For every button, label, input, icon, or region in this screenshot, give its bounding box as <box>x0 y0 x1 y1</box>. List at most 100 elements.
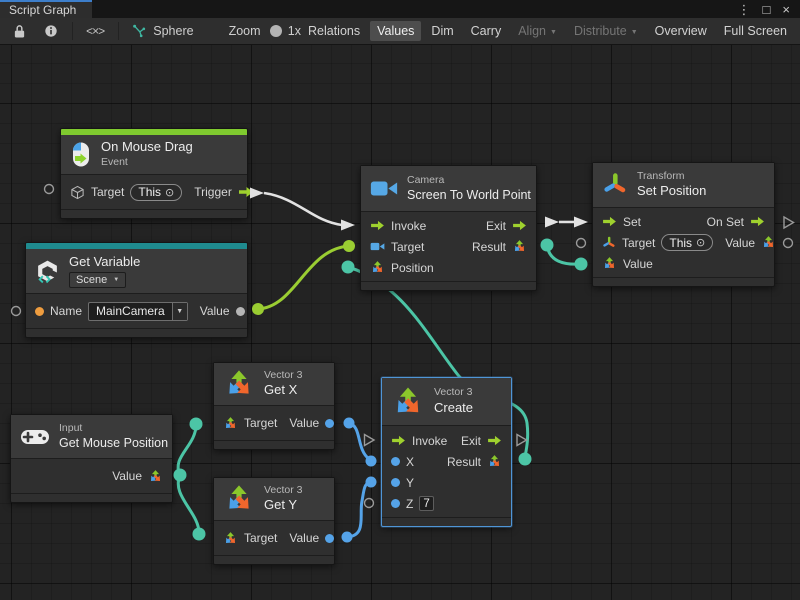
variable-scope-dropdown[interactable]: Scene ▼ <box>69 272 126 288</box>
node-footer <box>593 277 774 286</box>
titlebar: Script Graph ⋮ □ × <box>0 0 800 18</box>
target-self-pill[interactable]: This ⊙ <box>661 234 713 251</box>
node-set-position[interactable]: Transform Set Position Set On Set Target <box>592 162 775 287</box>
node-get-x[interactable]: Vector 3 Get X Target Value <box>213 362 335 450</box>
zoom-label: Zoom <box>229 24 261 38</box>
float-port[interactable] <box>391 457 400 466</box>
wire-endpoint <box>174 469 187 482</box>
fullscreen-button[interactable]: Full Screen <box>717 21 794 41</box>
variable-name-dropdown[interactable]: MainCamera ▼ <box>88 302 188 321</box>
node-category: Input <box>59 422 168 436</box>
kebab-menu-icon[interactable]: ⋮ <box>738 3 751 16</box>
graph-breadcrumb[interactable]: Sphere <box>123 21 202 41</box>
flow-arrow-icon[interactable] <box>391 435 406 446</box>
object-port[interactable] <box>236 307 245 316</box>
node-create-vector3[interactable]: Vector 3 Create Invoke Exit X Result <box>381 377 512 527</box>
port-label-value-out: Value <box>725 236 755 250</box>
vector3-icon[interactable] <box>512 239 527 254</box>
vector3-icon[interactable] <box>370 260 385 275</box>
chevron-down-icon: ▼ <box>113 277 119 283</box>
port-label-on-set: On Set <box>707 215 744 229</box>
chevron-down-icon: ▼ <box>550 29 557 36</box>
wire-result-to-value <box>547 245 579 264</box>
tab-script-graph[interactable]: Script Graph <box>0 0 92 18</box>
port-label-invoke: Invoke <box>391 219 426 233</box>
unconnected-port-circle <box>365 499 374 508</box>
node-footer <box>11 493 172 502</box>
z-value-field[interactable]: 7 <box>419 496 433 511</box>
wire-getx-to-x <box>349 423 369 459</box>
transform-icon[interactable] <box>602 236 616 250</box>
node-screen-to-world-point[interactable]: Camera Screen To World Point Invoke Exit… <box>360 165 537 291</box>
float-port[interactable] <box>391 478 400 487</box>
relations-button[interactable]: Relations <box>301 21 367 41</box>
node-title: Get Variable <box>69 254 140 271</box>
flow-arrow-icon[interactable] <box>512 220 527 231</box>
node-title: Screen To World Point <box>407 187 531 203</box>
flow-arrowhead <box>341 220 355 231</box>
align-button[interactable]: Align▼ <box>511 21 564 41</box>
wire-endpoint <box>575 258 588 271</box>
vector3-icon[interactable] <box>148 469 163 484</box>
code-view-button[interactable]: <×> <box>77 21 113 41</box>
maximize-icon[interactable]: □ <box>763 3 771 16</box>
wire-endpoint <box>366 456 377 467</box>
vector3-icon[interactable] <box>761 235 776 250</box>
port-label-invoke: Invoke <box>412 434 447 448</box>
target-self-pill[interactable]: This ⊙ <box>130 184 182 201</box>
zoom-slider[interactable] <box>271 30 280 32</box>
port-label-value: Value <box>289 531 319 545</box>
node-get-y[interactable]: Vector 3 Get Y Target Value <box>213 477 335 565</box>
port-label-target: Target <box>244 531 277 545</box>
carry-button[interactable]: Carry <box>464 21 509 41</box>
unconnected-port-triangle <box>784 217 794 228</box>
node-title: On Mouse Drag <box>101 139 193 156</box>
flow-arrow-icon[interactable] <box>602 216 617 227</box>
node-on-mouse-drag[interactable]: On Mouse Drag Event Target This ⊙ Trigge… <box>60 128 248 219</box>
mouse-icon <box>70 141 92 168</box>
code-view-icon: <×> <box>86 24 104 38</box>
node-title: Create <box>434 400 473 417</box>
flow-arrow-icon[interactable] <box>487 435 502 446</box>
node-get-mouse-position[interactable]: Input Get Mouse Position Value <box>10 414 173 503</box>
flow-arrow-icon[interactable] <box>370 220 385 231</box>
graph-name: Sphere <box>153 24 193 38</box>
dim-button[interactable]: Dim <box>424 21 460 41</box>
float-port[interactable] <box>325 534 334 543</box>
node-get-variable[interactable]: Get Variable Scene ▼ Name MainCamera ▼ <box>25 242 248 338</box>
string-port[interactable] <box>35 307 44 316</box>
graph-canvas[interactable]: On Mouse Drag Event Target This ⊙ Trigge… <box>0 45 800 600</box>
distribute-button[interactable]: Distribute▼ <box>567 21 645 41</box>
node-footer <box>26 328 247 337</box>
port-label-value: Value <box>200 304 230 318</box>
float-port[interactable] <box>391 499 400 508</box>
camera-icon[interactable] <box>370 241 385 252</box>
script-graph-window: Script Graph ⋮ □ × <×> <box>0 0 800 600</box>
flow-arrow-icon[interactable] <box>238 186 254 198</box>
port-label-set: Set <box>623 215 641 229</box>
lock-button[interactable] <box>4 21 35 42</box>
values-button[interactable]: Values <box>370 21 421 41</box>
port-label-x: X <box>406 455 414 469</box>
close-icon[interactable]: × <box>782 3 790 16</box>
node-footer <box>382 517 511 526</box>
float-port[interactable] <box>325 419 334 428</box>
wire-endpoint <box>343 240 355 252</box>
overview-button[interactable]: Overview <box>648 21 714 41</box>
flow-arrowhead <box>574 217 588 228</box>
unconnected-port-circle <box>784 239 793 248</box>
vector3-icon[interactable] <box>602 256 617 271</box>
node-category: Vector 3 <box>264 369 303 383</box>
flow-arrow-icon[interactable] <box>750 216 765 227</box>
info-button[interactable] <box>35 21 67 41</box>
vector3-icon[interactable] <box>223 416 238 431</box>
wire-endpoint <box>519 453 532 466</box>
flow-arrowhead <box>545 217 559 228</box>
self-target-icon: ⊙ <box>696 236 705 249</box>
vector3-icon[interactable] <box>223 531 238 546</box>
wire-endpoint <box>342 261 355 274</box>
port-label-target: Target <box>622 236 655 250</box>
chevron-down-icon: ▼ <box>172 303 187 320</box>
zoom-slider-handle[interactable] <box>270 25 282 37</box>
vector3-icon[interactable] <box>487 454 502 469</box>
